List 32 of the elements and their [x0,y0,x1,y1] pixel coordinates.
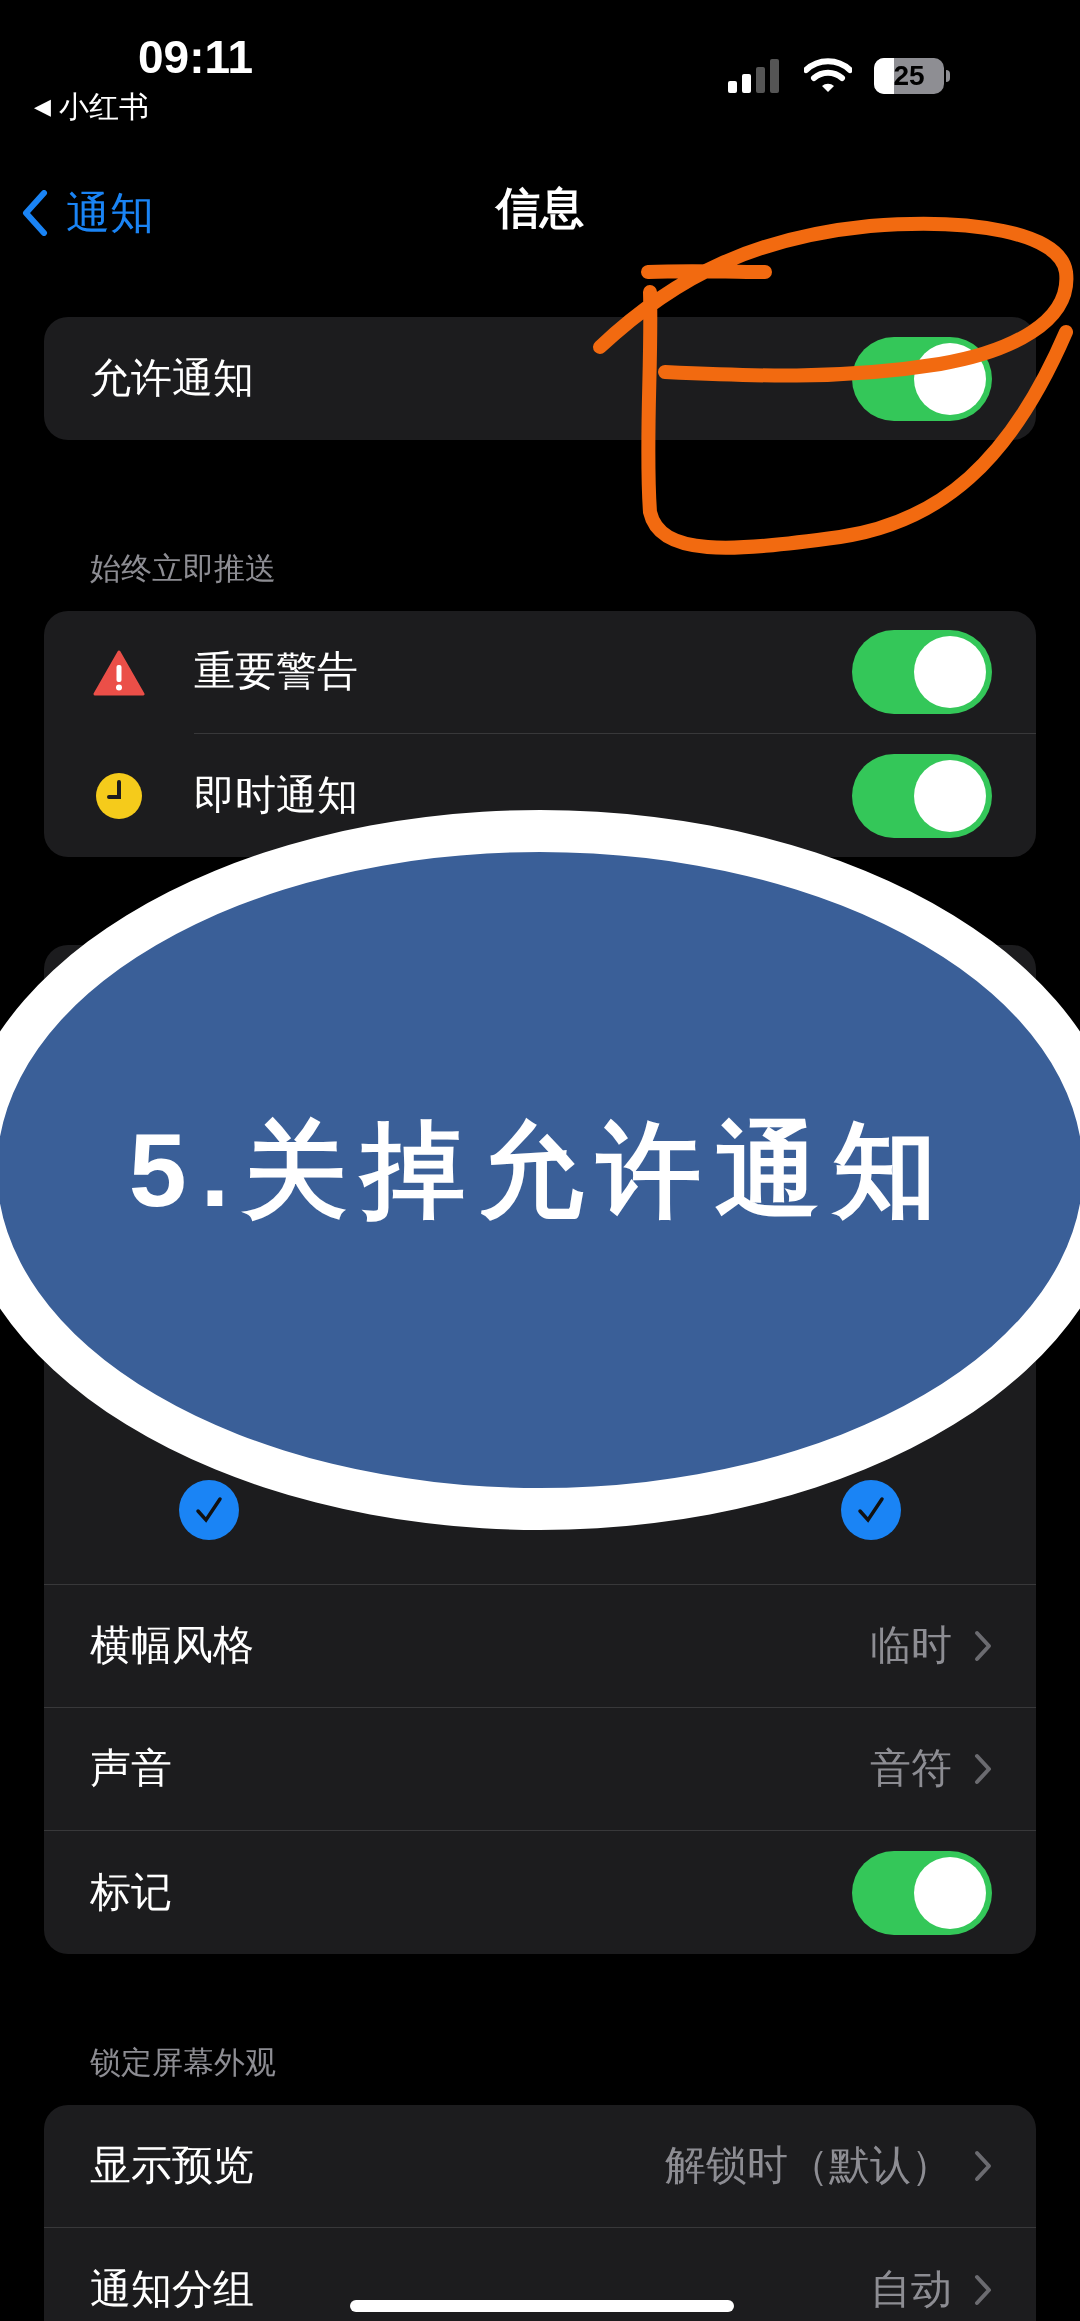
row-label: 允许通知 [90,353,254,403]
chevron-left-icon [22,190,48,236]
page-title: 信息 [496,181,584,234]
row-value: 音符 [870,1744,952,1794]
annotation-text: 5.关掉允许通知 [128,1111,952,1230]
checkmark-icon [194,1496,225,1524]
chevron-right-icon [974,1753,992,1785]
chevron-right-icon [974,2273,992,2306]
back-glyph[interactable]: ◀ [34,90,51,123]
back-button[interactable]: 通知 [22,180,154,246]
row-label: 通知分组 [90,2264,254,2314]
row-label: 标记 [90,1867,172,1917]
checkmark-icon [855,1496,886,1524]
signal-icon [728,59,782,93]
section-header: 锁定屏幕外观 [89,2044,277,2082]
row-label: 声音 [90,1744,172,1794]
chevron-right-icon [974,2150,992,2182]
section-header: 始终立即推送 [89,550,277,588]
battery-level: 25 [893,62,925,90]
wifi-icon [804,58,852,94]
back-to-app-link[interactable]: 小红书 [59,84,149,129]
chevron-right-icon [974,1630,992,1662]
row-label: 显示预览 [90,2141,254,2191]
row-value: 临时 [870,1621,952,1671]
row-value: 自动 [870,2264,952,2314]
status-time: 09:11 [138,34,254,80]
row-value: 解锁时（默认） [665,2141,952,2191]
row-label: 重要警告 [194,647,358,697]
row-label: 即时通知 [194,770,358,820]
row-label: 横幅风格 [90,1621,254,1671]
warning-icon [93,649,145,696]
clock-icon [95,771,143,820]
